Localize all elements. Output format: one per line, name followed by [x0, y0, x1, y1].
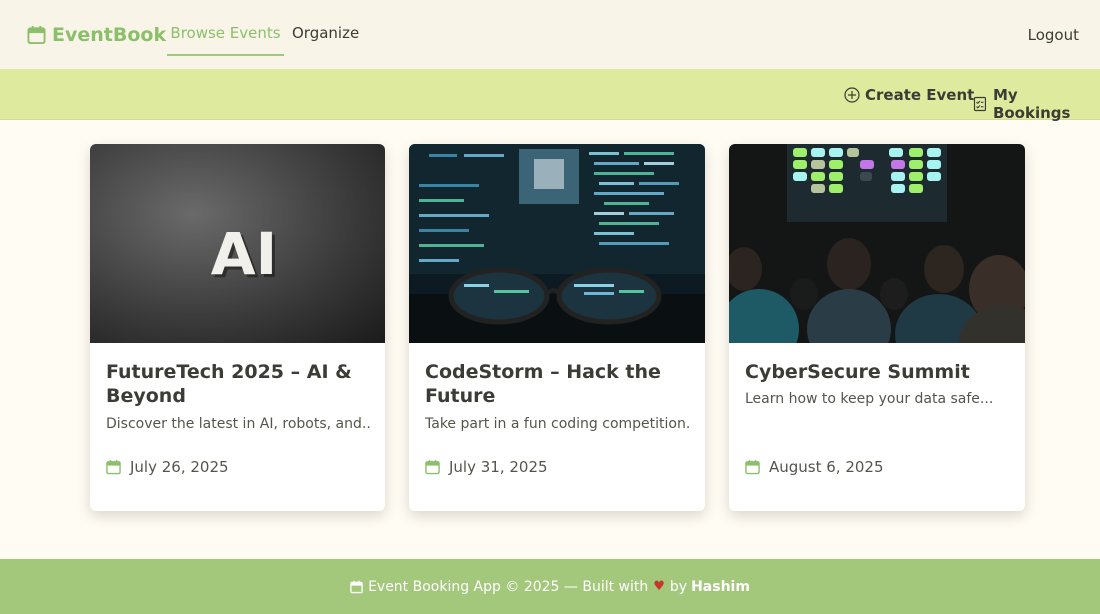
footer-author: Hashim: [691, 578, 750, 595]
ai-letters: AI: [211, 220, 277, 288]
event-image-ai: AI AI: [90, 144, 385, 343]
brand-name: EventBook: [52, 24, 167, 46]
event-description: Take part in a fun coding competition...: [425, 416, 691, 432]
event-card[interactable]: CyberSecure Summit Learn how to keep you…: [729, 144, 1025, 511]
action-bar: Create Event My Bookings: [0, 69, 1100, 122]
checklist-icon: [973, 96, 987, 112]
heart-icon: ♥: [653, 579, 665, 594]
calendar-icon: [27, 25, 46, 45]
create-event-button[interactable]: Create Event: [844, 86, 974, 104]
event-image-audience: [729, 144, 1025, 343]
event-description: Discover the latest in AI, robots, and..…: [106, 416, 371, 432]
event-date: August 6, 2025: [745, 458, 884, 476]
event-date-text: August 6, 2025: [769, 458, 884, 476]
create-event-label: Create Event: [865, 86, 975, 104]
event-description: Learn how to keep your data safe...: [745, 391, 994, 407]
event-date-text: July 26, 2025: [130, 458, 229, 476]
my-bookings-label: My Bookings: [992, 86, 1071, 122]
nav-browse-events[interactable]: Browse Events: [167, 24, 284, 56]
calendar-icon: [106, 459, 121, 475]
event-card[interactable]: CodeStorm – Hack the Future Take part in…: [409, 144, 705, 511]
event-title[interactable]: CodeStorm – Hack the Future: [425, 360, 691, 408]
event-image-code: [409, 144, 705, 343]
footer: Event Booking App © 2025 — Built with ♥ …: [0, 559, 1100, 614]
event-date: July 26, 2025: [106, 458, 229, 476]
nav-organize[interactable]: Organize: [292, 24, 359, 42]
calendar-icon: [350, 580, 363, 593]
brand-logo[interactable]: EventBook: [27, 24, 166, 46]
event-date: July 31, 2025: [425, 458, 548, 476]
calendar-icon: [745, 459, 760, 475]
event-title[interactable]: CyberSecure Summit: [745, 360, 1011, 384]
event-date-text: July 31, 2025: [449, 458, 548, 476]
footer-text: Event Booking App © 2025 — Built with: [368, 578, 649, 595]
plus-circle-icon: [844, 87, 860, 103]
my-bookings-button[interactable]: My Bookings: [972, 86, 1100, 122]
calendar-icon: [425, 459, 440, 475]
event-title[interactable]: FutureTech 2025 – AI & Beyond: [106, 360, 371, 408]
event-card[interactable]: AI AI FutureTech 2025 – AI & Beyond Disc…: [90, 144, 385, 511]
logout-link[interactable]: Logout: [1028, 26, 1079, 44]
footer-by: by: [669, 578, 688, 595]
top-navbar: EventBook Browse Events Organize Logout: [0, 0, 1100, 69]
